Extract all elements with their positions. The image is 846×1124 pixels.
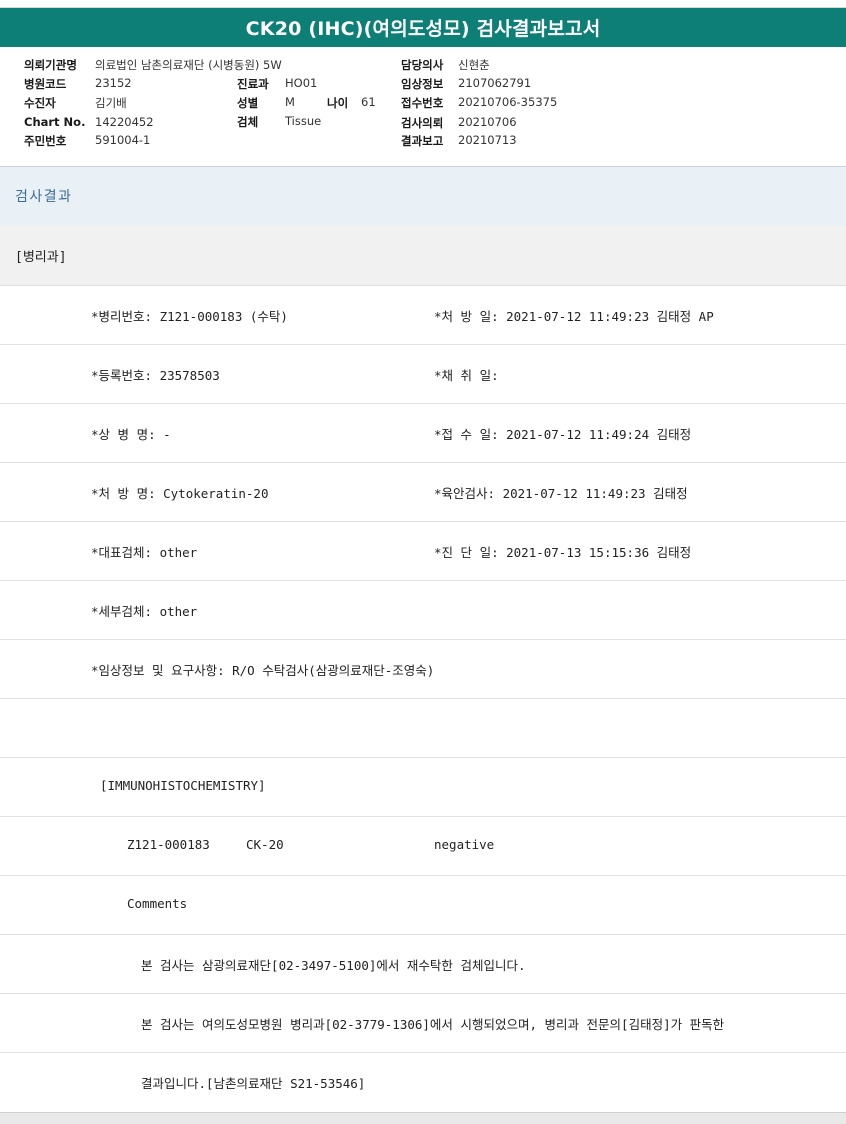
- result-row: *등록번호: 23578503 *채 취 일:: [0, 345, 846, 404]
- sex-value: M: [285, 95, 295, 109]
- top-border: [0, 0, 846, 8]
- report-title-bar: CK20 (IHC)(여의도성모) 검사결과보고서: [0, 8, 846, 47]
- dept-label: 진료과: [237, 77, 269, 91]
- result-row: *병리번호: Z121-000183 (수탁) *처 방 일: 2021-07-…: [0, 286, 846, 345]
- result-row: 본 검사는 삼광의료재단[02-3497-5100]에서 재수탁한 검체입니다.: [0, 935, 846, 994]
- clinical-info-value: 2107062791: [458, 76, 532, 90]
- gross-exam-date: *육안검사: 2021-07-12 11:49:23 김태정: [434, 486, 688, 501]
- request-date-label: 검사의뢰: [401, 116, 444, 130]
- ihc-result: negative: [434, 837, 495, 852]
- patient-info-panel: 의뢰기관명 의료법인 남촌의료재단 (시병동원) 5W 담당의사 신현춘 병원코…: [0, 47, 846, 165]
- resident-id-value: 591004-1: [95, 133, 151, 147]
- chart-no-value: 14220452: [95, 115, 154, 129]
- dept-value: HO01: [285, 76, 318, 90]
- result-row: *상 병 명: - *접 수 일: 2021-07-12 11:49:24 김태…: [0, 404, 846, 463]
- pathology-number: *병리번호: Z121-000183 (수탁): [91, 309, 288, 324]
- specimen-value: Tissue: [285, 114, 322, 128]
- department-label: [병리과]: [15, 250, 67, 265]
- result-row: *처 방 명: Cytokeratin-20 *육안검사: 2021-07-12…: [0, 463, 846, 522]
- age-label: 나이: [327, 96, 349, 110]
- attending-value: 신현춘: [458, 58, 490, 72]
- institution-label: 의뢰기관명: [24, 58, 77, 72]
- diagnosis-date: *진 단 일: 2021-07-13 15:15:36 김태정: [434, 545, 692, 560]
- hospital-code-value: 23152: [95, 76, 132, 90]
- receipt-date: *접 수 일: 2021-07-12 11:49:24 김태정: [434, 427, 692, 442]
- clinical-info-label: 임상정보: [401, 77, 444, 91]
- result-row: Comments: [0, 876, 846, 935]
- result-row: 결과입니다.[남촌의료재단 S21-53546]: [0, 1053, 846, 1111]
- department-row: [병리과]: [0, 226, 846, 286]
- specimen-label: 검체: [237, 115, 259, 129]
- age-value: 61: [361, 95, 376, 109]
- institution-value: 의료법인 남촌의료재단 (시병동원) 5W: [95, 58, 282, 72]
- sub-specimen: *세부검체: other: [91, 604, 198, 619]
- result-row: 본 검사는 여의도성모병원 병리과[02-3779-1306]에서 시행되었으며…: [0, 994, 846, 1053]
- comment-line: 결과입니다.[남촌의료재단 S21-53546]: [141, 1076, 366, 1091]
- comments-label: Comments: [127, 896, 188, 911]
- patient-label: 수진자: [24, 96, 56, 110]
- bottom-scroll-edge: [0, 1112, 846, 1124]
- result-row: [IMMUNOHISTOCHEMISTRY]: [0, 758, 846, 817]
- comment-line: 본 검사는 여의도성모병원 병리과[02-3779-1306]에서 시행되었으며…: [141, 1017, 725, 1032]
- order-name: *처 방 명: Cytokeratin-20: [91, 486, 269, 501]
- result-row: Z121-000183 CK-20 negative: [0, 817, 846, 876]
- disease-name: *상 병 명: -: [91, 427, 171, 442]
- results-section-title: 검사결과: [15, 189, 73, 205]
- hospital-code-label: 병원코드: [24, 77, 67, 91]
- attending-label: 담당의사: [401, 58, 444, 72]
- resident-id-label: 주민번호: [24, 134, 67, 148]
- results-section-header: 검사결과: [0, 166, 846, 227]
- report-date-value: 20210713: [458, 133, 517, 147]
- result-row: *대표검체: other *진 단 일: 2021-07-13 15:15:36…: [0, 522, 846, 581]
- chart-no-label: Chart No.: [24, 115, 86, 129]
- prescription-date: *처 방 일: 2021-07-12 11:49:23 김태정 AP: [434, 309, 714, 324]
- ihc-marker: CK-20: [246, 837, 284, 852]
- report-date-label: 결과보고: [401, 134, 444, 148]
- result-row: *세부검체: other: [0, 581, 846, 640]
- empty-row: [0, 699, 846, 758]
- ihc-case-number: Z121-000183: [127, 837, 210, 852]
- result-row: *임상정보 및 요구사항: R/O 수탁검사(삼광의료재단-조영숙): [0, 640, 846, 699]
- comment-line: 본 검사는 삼광의료재단[02-3497-5100]에서 재수탁한 검체입니다.: [141, 958, 526, 973]
- patient-value: 김기배: [95, 96, 127, 110]
- registration-number: *등록번호: 23578503: [91, 368, 220, 383]
- receipt-no-label: 접수번호: [401, 96, 444, 110]
- ihc-section-header: [IMMUNOHISTOCHEMISTRY]: [100, 778, 266, 793]
- clinical-request: *임상정보 및 요구사항: R/O 수탁검사(삼광의료재단-조영숙): [91, 663, 435, 678]
- main-specimen: *대표검체: other: [91, 545, 198, 560]
- receipt-no-value: 20210706-35375: [458, 95, 558, 109]
- request-date-value: 20210706: [458, 115, 517, 129]
- sex-label: 성별: [237, 96, 259, 110]
- collection-date: *채 취 일:: [434, 368, 499, 383]
- report-title: CK20 (IHC)(여의도성모) 검사결과보고서: [245, 18, 601, 40]
